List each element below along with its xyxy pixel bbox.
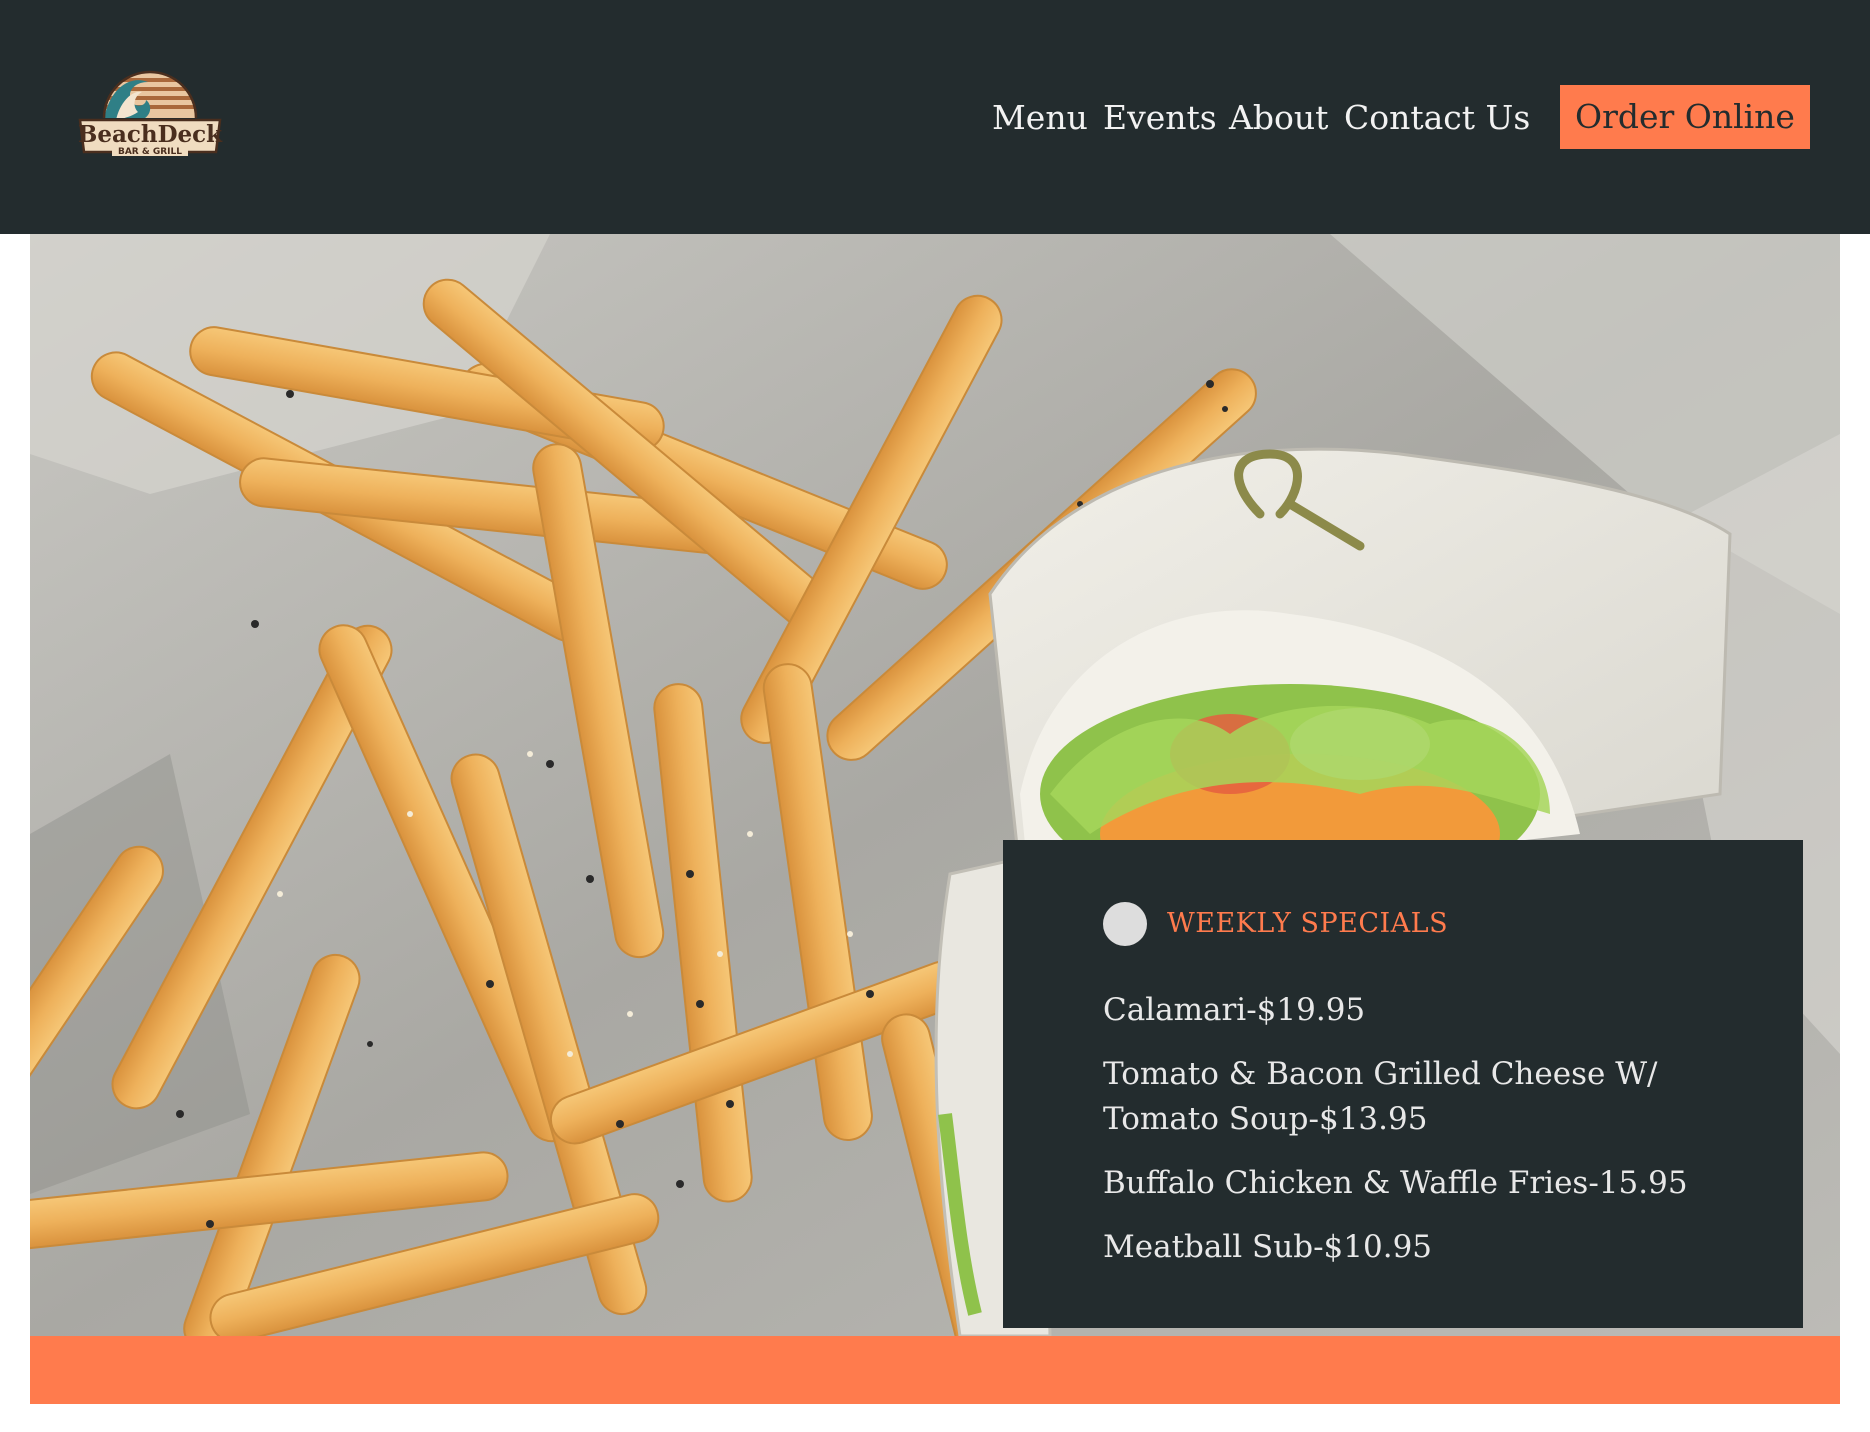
accent-band bbox=[30, 1336, 1840, 1404]
specials-list: Calamari-$19.95 Tomato & Bacon Grilled C… bbox=[1103, 988, 1743, 1289]
wave-sunset-icon: BeachDeck BAR & GRILL bbox=[78, 70, 223, 157]
site-header: BeachDeck BAR & GRILL Menu Events About … bbox=[0, 0, 1870, 234]
logo-wordmark: BeachDeck bbox=[78, 121, 223, 148]
brand-logo[interactable]: BeachDeck BAR & GRILL bbox=[76, 62, 224, 158]
special-item-meatball-sub: Meatball Sub-$10.95 bbox=[1103, 1229, 1433, 1265]
nav-menu[interactable]: Menu bbox=[992, 96, 1088, 140]
nav-contact-us[interactable]: Contact Us bbox=[1344, 96, 1530, 140]
weekly-specials-card: WEEKLY SPECIALS Calamari-$19.95 Tomato &… bbox=[1003, 840, 1803, 1328]
weekly-specials-heading: WEEKLY SPECIALS bbox=[1167, 908, 1449, 939]
special-item-calamari: Calamari-$19.95 bbox=[1103, 992, 1366, 1028]
logo-subtitle: BAR & GRILL bbox=[118, 147, 182, 157]
order-online-button[interactable]: Order Online bbox=[1560, 85, 1810, 149]
special-item-buffalo-chicken: Buffalo Chicken & Waffle Fries-15.95 bbox=[1103, 1165, 1688, 1201]
circle-bullet-icon bbox=[1103, 902, 1147, 946]
special-item-grilled-cheese: Tomato & Bacon Grilled Cheese W/ Tomato … bbox=[1103, 1056, 1658, 1137]
nav-events[interactable]: Events bbox=[1103, 96, 1217, 140]
nav-about[interactable]: About bbox=[1229, 96, 1328, 140]
